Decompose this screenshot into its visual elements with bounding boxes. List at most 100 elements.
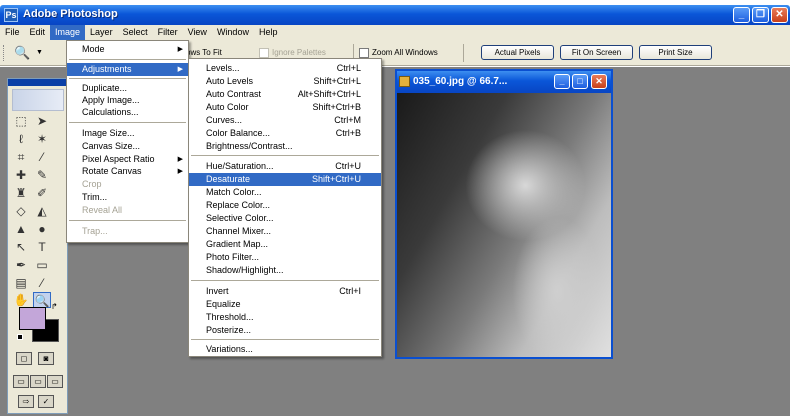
zoom-all-windows-label[interactable]: Zoom All Windows <box>372 48 438 57</box>
doc-close-button[interactable]: ✕ <box>591 74 607 89</box>
restore-button[interactable]: ❐ <box>752 7 769 23</box>
menu-item-canvas-size[interactable]: Canvas Size... <box>67 140 188 153</box>
crop-tool-icon[interactable]: ⌗ <box>12 149 30 165</box>
move-tool-icon[interactable]: ➤ <box>33 113 51 129</box>
notes-tool-icon[interactable]: ▤ <box>12 275 30 291</box>
menu-item-gradient-map[interactable]: Gradient Map... <box>189 238 381 251</box>
menu-item-desaturate[interactable]: Desaturate Shift+Ctrl+U <box>189 173 381 186</box>
menu-item-invert[interactable]: Invert Ctrl+I <box>189 285 381 298</box>
menu-image[interactable]: Image <box>50 25 86 40</box>
doc-maximize-button[interactable]: □ <box>572 74 588 89</box>
blur-tool-icon[interactable]: ▲ <box>12 221 30 237</box>
eyedropper-icon[interactable]: ⁄ <box>33 275 51 291</box>
menu-item-auto-contrast[interactable]: Auto Contrast Alt+Shift+Ctrl+L <box>189 88 381 101</box>
photoshop-feather-logo[interactable] <box>12 89 64 111</box>
ignore-palettes-label: Ignore Palettes <box>272 48 326 57</box>
submenu-arrow-icon: ▶ <box>177 46 183 53</box>
path-selection-icon[interactable]: ↖ <box>12 239 30 255</box>
lasso-tool-icon[interactable]: ℓ <box>12 131 30 147</box>
screen-mode-full-icon[interactable]: ▭ <box>47 375 63 388</box>
menu-item-adjustments[interactable]: Adjustments ▶ <box>67 63 188 76</box>
menu-separator <box>69 59 186 60</box>
toolbox-header[interactable] <box>8 79 67 86</box>
grayscale-portrait-photo[interactable] <box>397 93 611 357</box>
minimize-button[interactable]: _ <box>733 7 750 23</box>
menu-item-posterize[interactable]: Posterize... <box>189 324 381 337</box>
dodge-tool-icon[interactable]: ● <box>33 221 51 237</box>
toolbox: ⬚ ➤ ℓ ✶ ⌗ ⁄ ✚ ✎ ♜ ✐ ◇ ◭ ▲ ● ↖ T ✒ ▭ ▤ ⁄ … <box>7 78 68 414</box>
zoom-all-windows-checkbox[interactable] <box>359 48 369 58</box>
menu-separator <box>69 78 186 79</box>
submenu-arrow-icon: ▶ <box>177 168 183 175</box>
history-brush-icon[interactable]: ✐ <box>33 185 51 201</box>
screen-mode-menubar-icon[interactable]: ▭ <box>30 375 46 388</box>
menu-item-photo-filter[interactable]: Photo Filter... <box>189 251 381 264</box>
menu-item-threshold[interactable]: Threshold... <box>189 311 381 324</box>
menu-layer[interactable]: Layer <box>85 25 118 40</box>
resize-windows-label[interactable]: ows To Fit <box>186 48 222 57</box>
type-tool-icon[interactable]: T <box>33 239 51 255</box>
paint-bucket-icon[interactable]: ◭ <box>33 203 51 219</box>
menu-item-curves[interactable]: Curves... Ctrl+M <box>189 114 381 127</box>
fit-on-screen-button[interactable]: Fit On Screen <box>560 45 633 60</box>
slice-tool-icon[interactable]: ⁄ <box>33 149 51 165</box>
menu-item-image-size[interactable]: Image Size... <box>67 127 188 140</box>
zoom-tool-icon[interactable]: 🔍 <box>33 292 51 308</box>
menu-item-levels[interactable]: Levels... Ctrl+L <box>189 62 381 75</box>
eraser-tool-icon[interactable]: ◇ <box>12 203 30 219</box>
close-button[interactable]: ✕ <box>771 7 788 23</box>
menu-filter[interactable]: Filter <box>153 25 183 40</box>
jump-to-imageready-icon[interactable]: ⇨ <box>18 395 34 408</box>
menu-edit[interactable]: Edit <box>25 25 51 40</box>
menu-item-equalize[interactable]: Equalize <box>189 298 381 311</box>
pen-tool-icon[interactable]: ✒ <box>12 257 30 273</box>
menu-separator <box>69 122 186 123</box>
menu-item-auto-color[interactable]: Auto Color Shift+Ctrl+B <box>189 101 381 114</box>
menu-separator <box>191 339 379 340</box>
menu-item-color-balance[interactable]: Color Balance... Ctrl+B <box>189 127 381 140</box>
default-colors-icon[interactable] <box>17 334 23 340</box>
hand-tool-icon[interactable]: ✋ <box>12 292 30 308</box>
menu-item-brightness-contrast[interactable]: Brightness/Contrast... <box>189 140 381 153</box>
menu-item-trap: Trap... <box>82 226 108 236</box>
actual-pixels-button[interactable]: Actual Pixels <box>481 45 554 60</box>
shape-tool-icon[interactable]: ▭ <box>33 257 51 273</box>
foreground-color-swatch[interactable] <box>19 307 46 330</box>
document-window: 035_60.jpg @ 66.7... _ □ ✕ <box>395 69 613 359</box>
menu-item-channel-mixer[interactable]: Channel Mixer... <box>189 225 381 238</box>
menu-help[interactable]: Help <box>254 25 283 40</box>
magnifier-icon[interactable]: 🔍 <box>14 46 30 59</box>
app-title-bar: Ps Adobe Photoshop _ ❐ ✕ <box>0 5 790 25</box>
menu-item-match-color[interactable]: Match Color... <box>189 186 381 199</box>
brush-tool-icon[interactable]: ✎ <box>33 167 51 183</box>
menu-item-replace-color[interactable]: Replace Color... <box>189 199 381 212</box>
chevron-down-icon[interactable]: ▼ <box>36 49 43 56</box>
doc-minimize-button[interactable]: _ <box>554 74 570 89</box>
menu-window[interactable]: Window <box>212 25 254 40</box>
options-bar-grip[interactable] <box>3 45 6 61</box>
menu-select[interactable]: Select <box>118 25 153 40</box>
menu-item-selective-color[interactable]: Selective Color... <box>189 212 381 225</box>
menu-separator <box>191 280 379 281</box>
menu-item-mode[interactable]: Mode ▶ <box>67 43 188 56</box>
menu-item-hue-saturation[interactable]: Hue/Saturation... Ctrl+U <box>189 160 381 173</box>
marquee-tool-icon[interactable]: ⬚ <box>12 113 30 129</box>
screen-mode-standard-icon[interactable]: ▭ <box>13 375 29 388</box>
menu-item-shadow-highlight[interactable]: Shadow/Highlight... <box>189 264 381 277</box>
magic-wand-icon[interactable]: ✶ <box>33 131 51 147</box>
menu-item-rotate-canvas[interactable]: Rotate Canvas ▶ <box>67 165 188 178</box>
menu-item-auto-levels[interactable]: Auto Levels Shift+Ctrl+L <box>189 75 381 88</box>
menu-file[interactable]: File <box>0 25 25 40</box>
clone-stamp-icon[interactable]: ♜ <box>12 185 30 201</box>
imageready-icon[interactable]: ✓ <box>38 395 54 408</box>
menu-item-trim[interactable]: Trim... <box>67 191 188 204</box>
menu-view[interactable]: View <box>183 25 212 40</box>
quick-mask-icon[interactable]: ◙ <box>38 352 54 365</box>
menu-item-variations[interactable]: Variations... <box>189 343 381 356</box>
menu-item-calculations[interactable]: Calculations... <box>67 106 188 119</box>
swap-colors-icon[interactable]: ↱ <box>51 302 58 311</box>
standard-mode-icon[interactable]: ◻ <box>16 352 32 365</box>
image-menu: Mode ▶ Adjustments ▶ Duplicate... Apply Im… <box>66 40 189 243</box>
print-size-button[interactable]: Print Size <box>639 45 712 60</box>
healing-brush-icon[interactable]: ✚ <box>12 167 30 183</box>
